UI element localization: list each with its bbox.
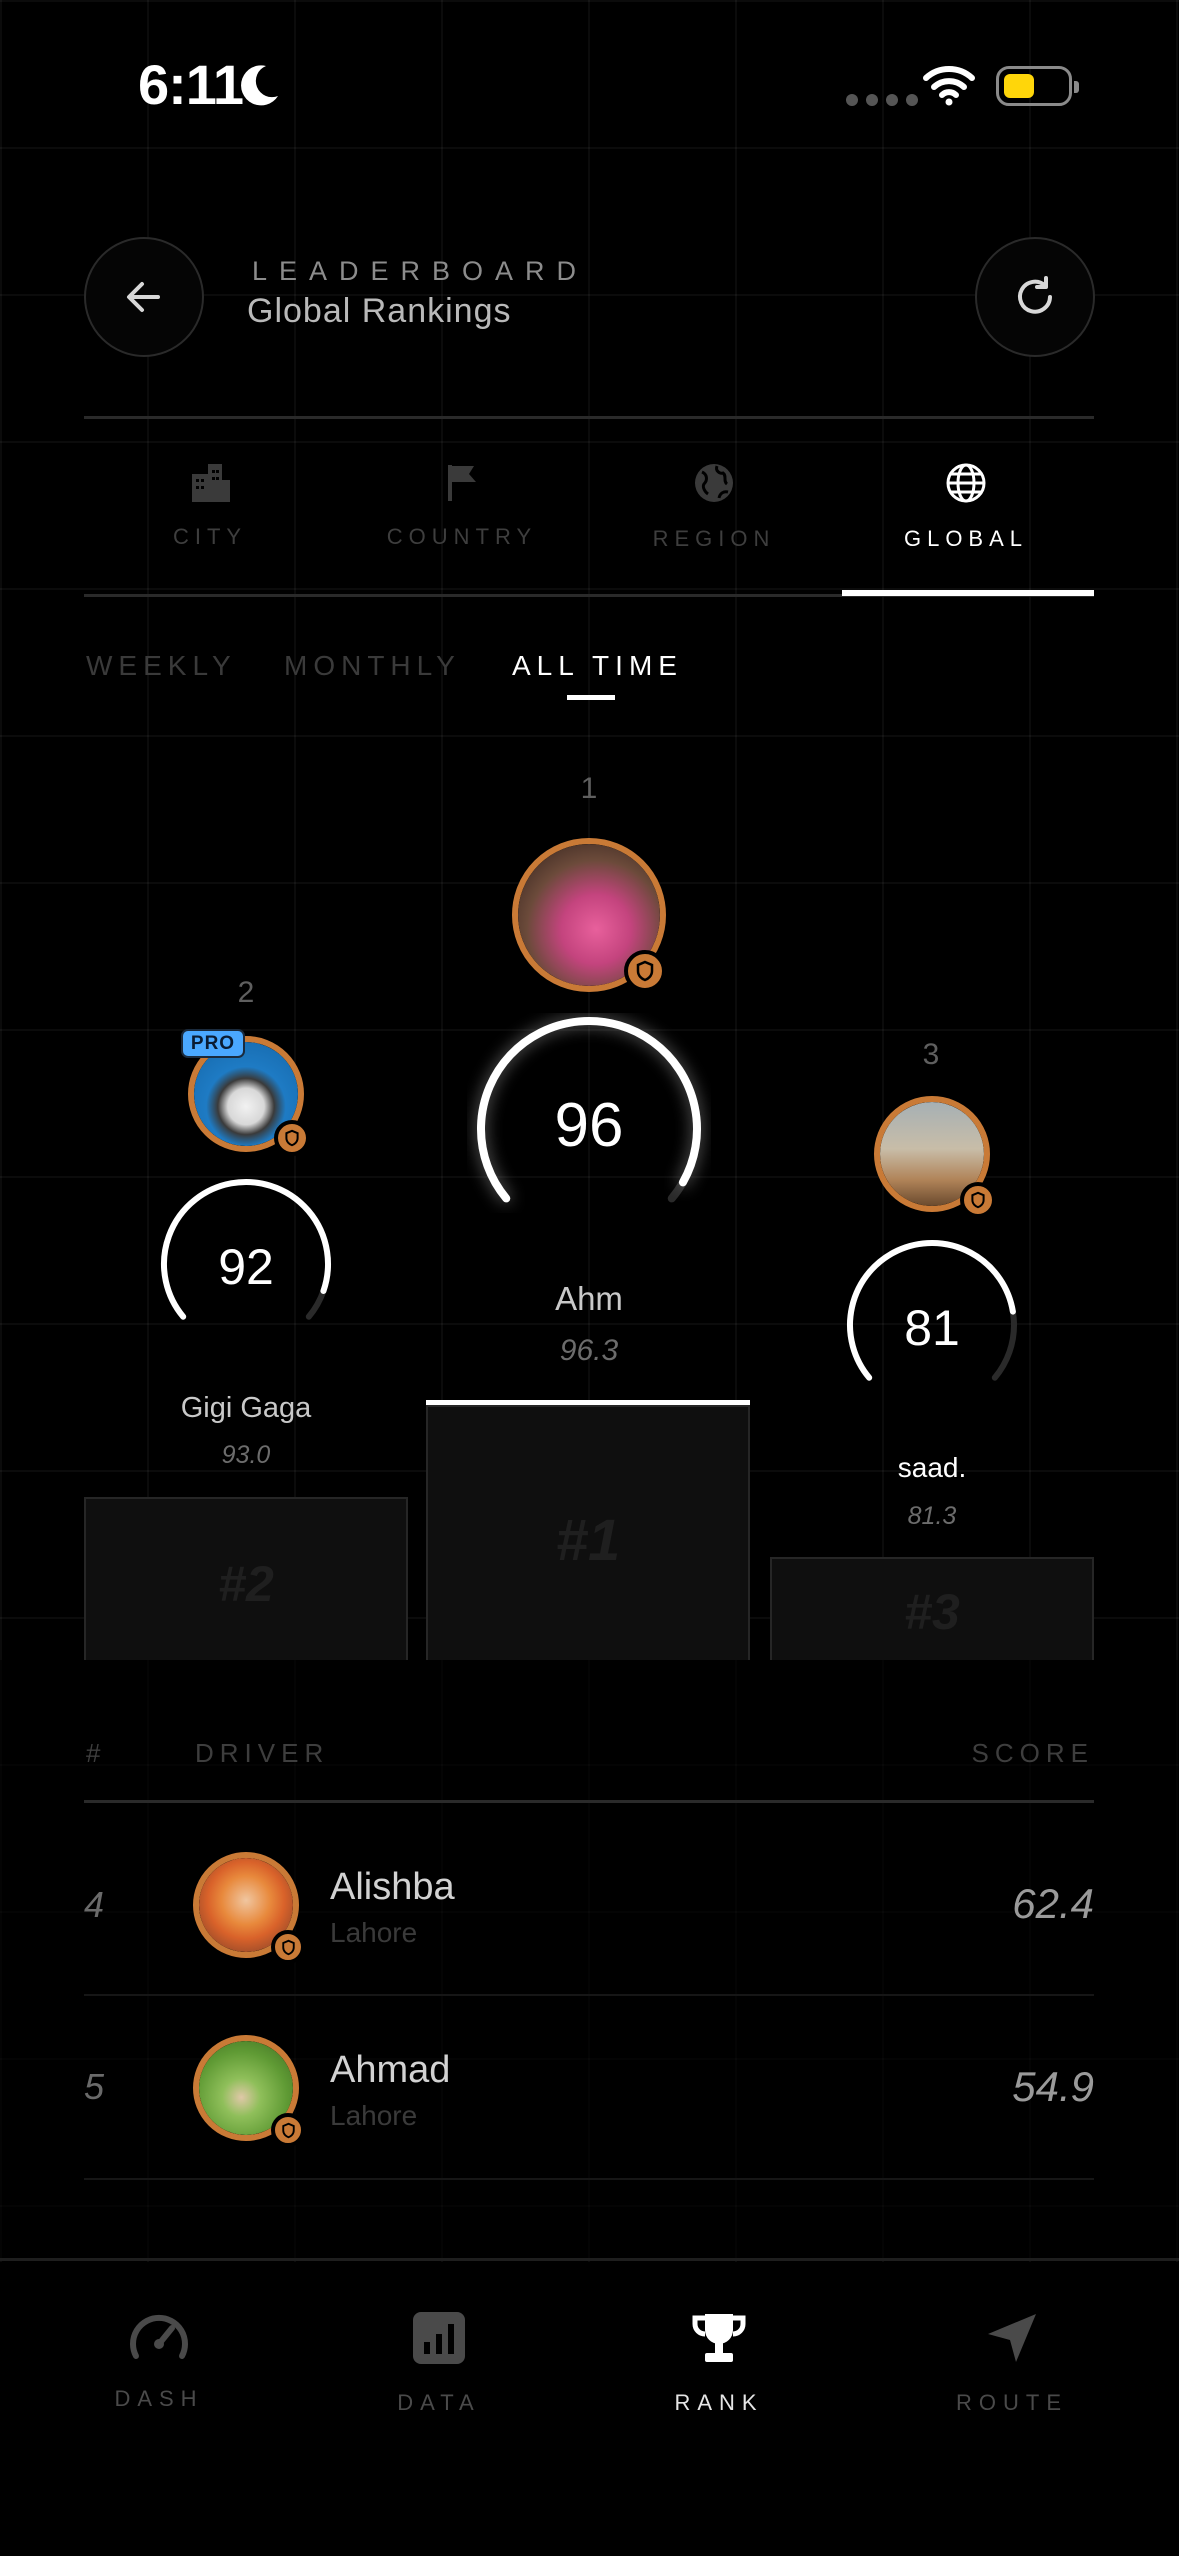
podium-third-score: 81 [904,1300,960,1356]
tab-region[interactable]: REGION [588,462,840,582]
row-divider [84,2178,1094,2180]
arrow-left-icon [127,282,160,312]
nav-dash-label: DASH [114,2386,204,2411]
podium-second-avg: 93.0 [221,1441,271,1469]
row-score: 62.4 [1012,1880,1094,1927]
nav-divider [0,2258,1179,2261]
shield-icon [271,2113,305,2147]
city-icon [192,464,230,502]
period-weekly[interactable]: WEEKLY [86,650,237,682]
tab-global-label: GLOBAL [903,526,1029,551]
podium-third-avg: 81.3 [907,1502,957,1530]
nav-data-label: DATA [397,2390,481,2415]
tab-country-label: COUNTRY [386,524,538,549]
period-all-time[interactable]: ALL TIME [512,650,683,682]
back-button[interactable] [84,237,204,357]
podium-block-first-label: #1 [555,1508,621,1573]
flag-icon [448,465,476,501]
podium-third-name: saad. [897,1452,967,1483]
row-rank: 4 [84,1884,105,1925]
trophy-icon [692,2314,746,2362]
podium-block-third: #3 [770,1557,1094,1660]
podium-first-rank: 1 [580,772,598,805]
nav-rank-label: RANK [674,2390,764,2415]
row-driver-name: Ahmad [330,2049,451,2091]
period-monthly[interactable]: MONTHLY [284,650,461,682]
podium-block-second-label: #2 [218,1556,274,1612]
globe-icon [946,463,986,503]
podium-first-score: 96 [554,1091,624,1160]
refresh-icon [1018,276,1052,314]
pro-badge: PRO [181,1029,245,1058]
column-header-score: SCORE [971,1738,1094,1768]
nav-route-label: ROUTE [956,2390,1068,2415]
row-score: 54.9 [1012,2063,1094,2110]
row-driver-city: Lahore [330,1917,418,1948]
row-driver-city: Lahore [330,2100,418,2131]
column-header-driver: DRIVER [195,1738,330,1768]
wifi-icon [922,62,976,111]
navigation-arrow-icon [988,2314,1036,2362]
active-tab-indicator [842,590,1094,596]
nav-route[interactable]: ROUTE [912,2310,1112,2416]
nav-dash[interactable]: DASH [59,2310,259,2412]
status-time: 6:11 [138,53,244,116]
shield-icon [960,1182,996,1218]
page-title: Global Rankings [247,292,512,330]
podium-block-first: #1 [426,1405,750,1660]
podium-block-second: #2 [84,1497,408,1660]
tab-region-label: REGION [652,526,776,551]
tab-city[interactable]: CITY [84,462,336,582]
nav-data[interactable]: DATA [339,2310,539,2416]
tab-global[interactable]: GLOBAL [840,462,1092,582]
shield-icon [624,950,666,992]
column-header-rank: # [86,1738,107,1768]
earth-icon [695,464,733,502]
nav-rank[interactable]: RANK [619,2310,819,2416]
tab-country[interactable]: COUNTRY [336,462,588,582]
podium-second-name: Gigi Gaga [180,1392,312,1424]
row-rank: 5 [84,2066,105,2107]
shield-icon [274,1120,310,1156]
speedometer-icon [130,2314,188,2359]
podium-first-name: Ahm [555,1280,623,1317]
period-indicator [567,695,615,700]
podium-second-rank: 2 [237,976,255,1009]
podium-first-avg: 96.3 [559,1334,619,1367]
moon-icon [238,62,282,115]
refresh-button[interactable] [975,237,1095,357]
tab-city-label: CITY [172,524,248,549]
bar-chart-icon [413,2312,465,2364]
signal-icon [846,94,918,106]
podium-second-score: 92 [218,1239,274,1295]
podium-block-third-label: #3 [904,1584,960,1640]
row-driver-name: Alishba [330,1866,455,1908]
battery-icon [996,66,1079,106]
shield-icon [271,1930,305,1964]
header-divider [84,416,1094,419]
table-header-divider [84,1800,1094,1803]
header-eyebrow: LEADERBOARD [252,256,589,286]
podium-third-rank: 3 [922,1038,940,1071]
